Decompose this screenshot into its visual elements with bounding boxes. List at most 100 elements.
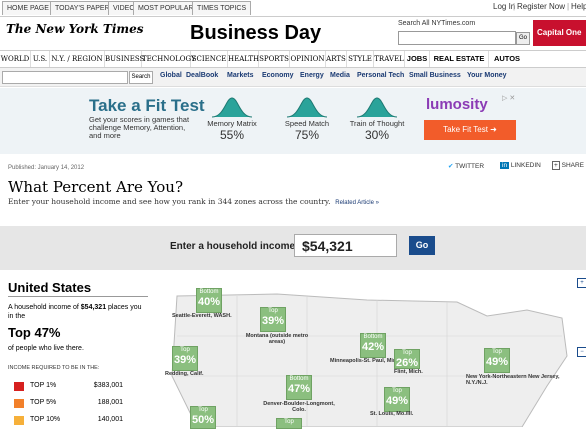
nav-us[interactable]: U.S. [31,51,50,67]
subnav-small-business[interactable]: Small Business [409,72,461,79]
tab-todays-paper[interactable]: TODAY'S PAPER [50,1,115,15]
nav-style[interactable]: STYLE [347,51,374,67]
divider: | [567,2,570,11]
twitter-label: TWITTER [455,163,485,170]
map-label[interactable]: Top 50% [190,406,216,429]
nav-world[interactable]: WORLD [0,51,31,67]
subnav-energy[interactable]: Energy [300,72,324,79]
nav-health[interactable]: HEALTH [228,51,259,67]
adchoices-icon[interactable]: ▷ ✕ [502,94,515,102]
zoom-in-icon[interactable]: + [577,278,586,288]
income-label: Enter a household income [170,241,296,252]
nav-business[interactable]: BUSINESS [105,51,144,67]
label-value: 49% [485,356,509,368]
subnav-global[interactable]: Global [160,72,182,79]
label-kind: Top [392,388,402,394]
summary-text: A household income of [8,304,81,311]
nav-sports[interactable]: SPORTS [259,51,290,67]
linkedin-icon: in [500,162,510,169]
label-kind: Top [268,308,278,314]
login-link[interactable]: Log In [493,2,515,11]
income-input[interactable]: $54,321 [294,234,397,257]
article-headline: What Percent Are You? [8,178,183,196]
map-label[interactable]: Top 39% [260,307,286,332]
twitter-share[interactable]: ✔ TWITTER [448,162,484,170]
business-search-input[interactable] [2,71,128,84]
map-label[interactable]: Top 39% [172,346,198,371]
flag-icon [14,382,24,391]
label-kind: Bottom [289,376,309,382]
register-link[interactable]: Register Now [517,2,565,11]
flag-icon [14,416,24,425]
map-label[interactable]: Top [276,418,302,429]
city-label: Montana (outside metro areas) [245,333,309,345]
bracket-label: TOP 5% [30,399,57,406]
map-label[interactable]: Top 49% [384,387,410,412]
map-label[interactable]: Bottom 47% [286,375,312,400]
section-title[interactable]: Business Day [190,22,321,45]
metric-label: Train of Thought [349,119,405,128]
linkedin-share[interactable]: in LINKEDIN [500,162,541,169]
section-nav: WORLD U.S. N.Y. / REGION BUSINESS TECHNO… [0,50,586,68]
related-article-link[interactable]: Related Article » [335,200,379,206]
business-search-button[interactable]: Search [129,71,153,84]
bracket-label: TOP 1% [30,382,57,389]
label-kind: Top [402,350,412,356]
zoom-out-icon[interactable]: − [577,347,586,357]
subnav-dealbook[interactable]: DealBook [186,72,218,79]
city-label: Denver-Boulder-Longmont, Colo. [263,401,335,413]
bracket-value: 140,001 [97,416,123,423]
share-label: SHARE [561,162,585,169]
label-value: 40% [197,296,221,308]
subnav-personal-tech[interactable]: Personal Tech [357,72,404,79]
label-value: 39% [173,354,197,366]
summary-tail: of people who live there. [8,345,84,352]
nav-jobs[interactable]: JOBS [405,51,430,67]
tab-home-page[interactable]: HOME PAGE [2,1,54,15]
map-label[interactable]: Top 49% [484,348,510,373]
label-kind: Bottom [363,334,383,340]
map-label[interactable]: Bottom 42% [360,333,386,358]
bell-curve-icon [286,97,328,118]
divider: | [513,2,516,11]
article-dek: Enter your household income and see how … [8,197,379,206]
subnav-your-money[interactable]: Your Money [467,72,507,79]
nyt-logo[interactable]: The New York Times [6,22,144,36]
nav-autos[interactable]: AUTOS [489,51,525,67]
city-label: Redding, Calif. [165,371,204,377]
income-go-button[interactable]: Go [409,236,435,255]
tab-most-popular[interactable]: MOST POPULAR [133,1,199,15]
lumosity-logo[interactable]: lumosity [426,96,488,113]
map-label[interactable]: Bottom 40% [196,288,222,313]
top-percent: Top 47% [8,325,61,340]
take-fit-test-button[interactable]: Take Fit Test ➜ [424,120,516,140]
sponsor-ad[interactable]: Capital One [533,20,586,46]
ad-title[interactable]: Take a Fit Test [89,96,205,116]
nav-technology[interactable]: TECHNOLOGY [142,51,196,67]
label-kind: Top [284,419,294,425]
subnav-economy[interactable]: Economy [262,72,294,79]
city-label: St. Louis, Mo./Ill. [370,411,414,417]
twitter-icon: ✔ [448,163,454,170]
city-label: New York-Northeastern New Jersey, N.Y./N… [466,374,560,386]
nav-arts[interactable]: ARTS [326,51,347,67]
tab-times-topics[interactable]: TIMES TOPICS [192,1,252,15]
site-search-input[interactable] [398,31,516,45]
help-link[interactable]: Help [571,2,586,11]
site-search-go-button[interactable]: Go [516,32,530,45]
subnav-markets[interactable]: Markets [227,72,253,79]
subnav-media[interactable]: Media [330,72,350,79]
nav-ny-region[interactable]: N.Y. / REGION [50,51,105,67]
city-label: Flint, Mich. [394,369,423,375]
income-summary: A household income of $54,321 places you… [8,303,148,321]
nav-travel[interactable]: TRAVEL [374,51,405,67]
label-kind: Top [198,407,208,413]
nav-real-estate[interactable]: REAL ESTATE [430,51,489,67]
map-label[interactable]: Top 26% [394,349,420,369]
label-value: 39% [261,315,285,327]
label-value: 42% [361,341,385,353]
nav-science[interactable]: SCIENCE [191,51,228,67]
share-button[interactable]: + SHARE [552,161,585,170]
nav-opinion[interactable]: OPINION [290,51,326,67]
city-label: Minneapolis-St. Paul, Minn. [330,358,402,364]
